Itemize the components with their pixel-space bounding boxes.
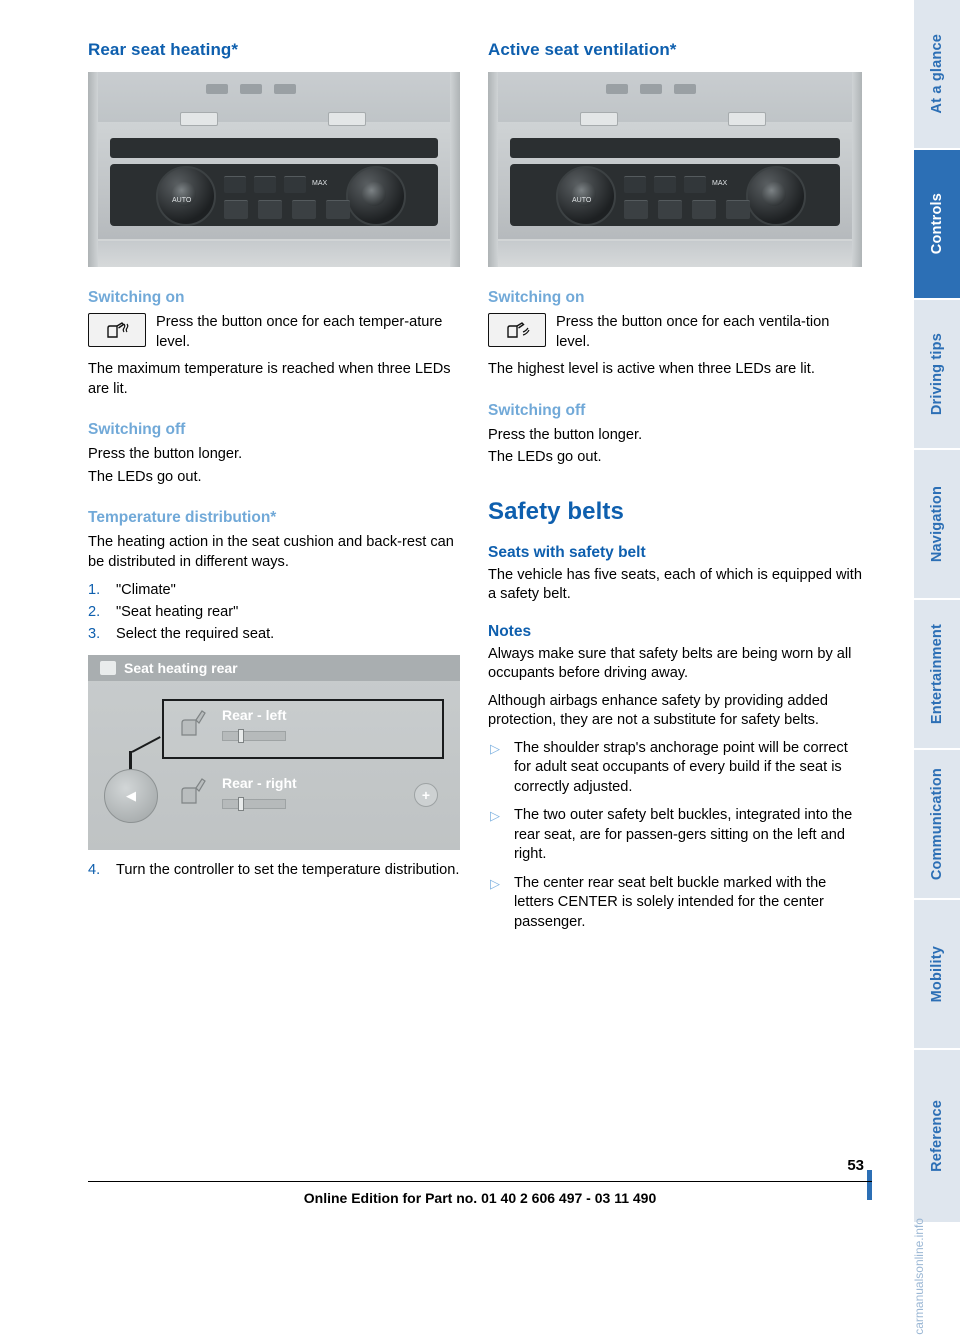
list-item: 3. Select the required seat.	[88, 624, 460, 645]
tab-communication[interactable]: Communication	[914, 750, 960, 898]
list-final-step: 4. Turn the controller to set the temper…	[88, 860, 460, 881]
step-text: Select the required seat.	[116, 626, 275, 642]
heading-switching-on-right: Switching on	[488, 289, 585, 306]
tab-entertainment[interactable]: Entertainment	[914, 600, 960, 748]
button-row-seat-heating: Press the button once for each temper‑at…	[88, 313, 460, 352]
step-index: 4.	[88, 862, 101, 878]
list-item: 1. "Climate"	[88, 580, 460, 601]
triangle-bullet-icon: ▷	[490, 875, 500, 891]
bullet-text: The center rear seat belt buckle marked …	[514, 874, 827, 930]
tab-label: Mobility	[929, 945, 945, 1003]
list-item: 2. "Seat heating rear"	[88, 602, 460, 623]
heading-seats-with-safety-belt: Seats with safety belt	[488, 543, 646, 561]
paragraph-note-2: Although airbags enhance safety by provi…	[488, 692, 828, 729]
climate-icon	[100, 661, 116, 675]
paragraph-max-temperature: The maximum temperature is reached when …	[88, 361, 451, 397]
level-marker-rear-right	[238, 797, 244, 811]
list-safety-belt-bullets: ▷ The shoulder strap's anchorage point w…	[488, 739, 862, 933]
seat-ventilation-button-icon	[488, 313, 546, 347]
paragraph-temperature-distribution: The heating action in the seat cushion a…	[88, 534, 454, 570]
tab-label: Entertainment	[929, 623, 945, 725]
tab-label: Driving tips	[929, 332, 945, 416]
max-label: MAX	[712, 180, 728, 187]
tab-label: Reference	[929, 1100, 945, 1172]
step-text: "Seat heating rear"	[116, 604, 239, 620]
tab-label: Navigation	[929, 485, 945, 563]
tab-at-a-glance[interactable]: At a glance	[914, 0, 960, 148]
text-press-longer-right: Press the button longer.	[488, 426, 643, 443]
text-leds-out-left: The LEDs go out.	[88, 468, 202, 485]
tab-label: At a glance	[929, 34, 945, 114]
list-item: ▷ The shoulder strap's anchorage point w…	[488, 739, 862, 798]
idrive-item-rear-left[interactable]: Rear - left	[222, 707, 287, 723]
heading-notes: Notes	[488, 622, 532, 640]
tab-label: Controls	[929, 193, 945, 255]
paragraph-five-seats: The vehicle has five seats, each of whic…	[488, 566, 862, 603]
list-temperature-distribution-steps: 1. "Climate" 2. "Seat heating rear" 3. S…	[88, 580, 460, 645]
seat-heating-button-icon	[88, 313, 146, 347]
step-text: Turn the controller to set the temperatu…	[116, 862, 460, 878]
plus-glyph: +	[421, 787, 431, 803]
tab-mobility[interactable]: Mobility	[914, 900, 960, 1048]
heading-switching-off-left: Switching off	[88, 421, 186, 438]
heading-temperature-distribution: Temperature distribution*	[88, 509, 277, 526]
level-bar-rear-left	[222, 731, 286, 741]
footer-edition-text: Online Edition for Part no. 01 40 2 606 …	[303, 1190, 657, 1206]
paragraph-note-1: Always make sure that safety belts are b…	[488, 645, 852, 682]
chapter-tab-rail: At a glance Controls Driving tips Naviga…	[894, 0, 960, 1222]
step-index: 2.	[88, 604, 101, 620]
triangle-bullet-icon: ▷	[490, 808, 500, 823]
button-description-right: Press the button once for each ventila‑t…	[556, 314, 830, 350]
step-text: "Climate"	[116, 582, 176, 598]
back-button-icon[interactable]: ◀	[104, 769, 158, 823]
seat-icon-rear-left	[181, 710, 206, 736]
auto-label: AUTO	[172, 197, 192, 204]
idrive-item-rear-right[interactable]: Rear - right	[222, 775, 297, 791]
list-item: ▷ The center rear seat belt buckle marke…	[488, 874, 862, 933]
heading-switching-on-left: Switching on	[88, 289, 185, 306]
left-column: Rear seat heating* AUTO MAX Switching on…	[88, 40, 460, 891]
paragraph-highest-level: The highest level is active when three L…	[488, 361, 815, 377]
tab-navigation[interactable]: Navigation	[914, 450, 960, 598]
photo-climate-panel-rear-seat-heating: AUTO MAX	[88, 72, 460, 267]
button-row-seat-ventilation: Press the button once for each ventila‑t…	[488, 313, 862, 352]
list-item: ▷ The two outer safety belt buckles, int…	[488, 806, 862, 865]
seat-icon-rear-right	[181, 778, 206, 804]
tab-label: Communication	[929, 767, 945, 881]
tab-driving-tips[interactable]: Driving tips	[914, 300, 960, 448]
triangle-bullet-icon: ▷	[490, 740, 500, 756]
idrive-header: Seat heating rear	[88, 655, 460, 681]
step-index: 1.	[88, 582, 101, 598]
watermark-text: carmanualsonline.info	[912, 1218, 926, 1335]
manual-page: Rear seat heating* AUTO MAX Switching on…	[0, 0, 960, 1335]
page-footer: 53 Online Edition for Part no. 01 40 2 6…	[0, 1157, 960, 1335]
section-title-safety-belts: Safety belts	[488, 497, 624, 525]
screenshot-idrive-seat-heating-rear: Seat heating rear Rear - left Rear - rig…	[88, 655, 460, 850]
bullet-text: The shoulder strap's anchorage point wil…	[514, 739, 848, 795]
tab-controls[interactable]: Controls	[914, 150, 960, 298]
idrive-header-title: Seat heating rear	[124, 660, 238, 676]
text-press-longer-left: Press the button longer.	[88, 446, 243, 462]
level-bar-rear-right	[222, 799, 286, 809]
photo-climate-panel-seat-ventilation: AUTO MAX	[488, 72, 862, 267]
right-column: Active seat ventilation* AUTO MAX Switch…	[488, 40, 862, 941]
page-title-rear-seat-heating: Rear seat heating*	[88, 40, 239, 59]
level-marker-rear-left	[238, 729, 244, 743]
footer-divider	[88, 1181, 872, 1182]
text-leds-out-right: The LEDs go out.	[488, 449, 602, 465]
page-number: 53	[847, 1157, 864, 1174]
plus-button-icon[interactable]: +	[414, 783, 438, 807]
max-label: MAX	[312, 180, 328, 187]
bullet-text: The two outer safety belt buckles, integ…	[514, 807, 853, 862]
auto-label: AUTO	[572, 197, 592, 204]
heading-switching-off-right: Switching off	[488, 401, 586, 419]
step-index: 3.	[88, 626, 101, 642]
button-description-left: Press the button once for each temper‑at…	[156, 314, 443, 350]
page-title-active-seat-ventilation: Active seat ventilation*	[488, 40, 677, 59]
back-arrow-glyph: ◀	[126, 788, 136, 803]
list-item: 4. Turn the controller to set the temper…	[88, 860, 460, 881]
selection-pointer-line	[131, 736, 161, 753]
